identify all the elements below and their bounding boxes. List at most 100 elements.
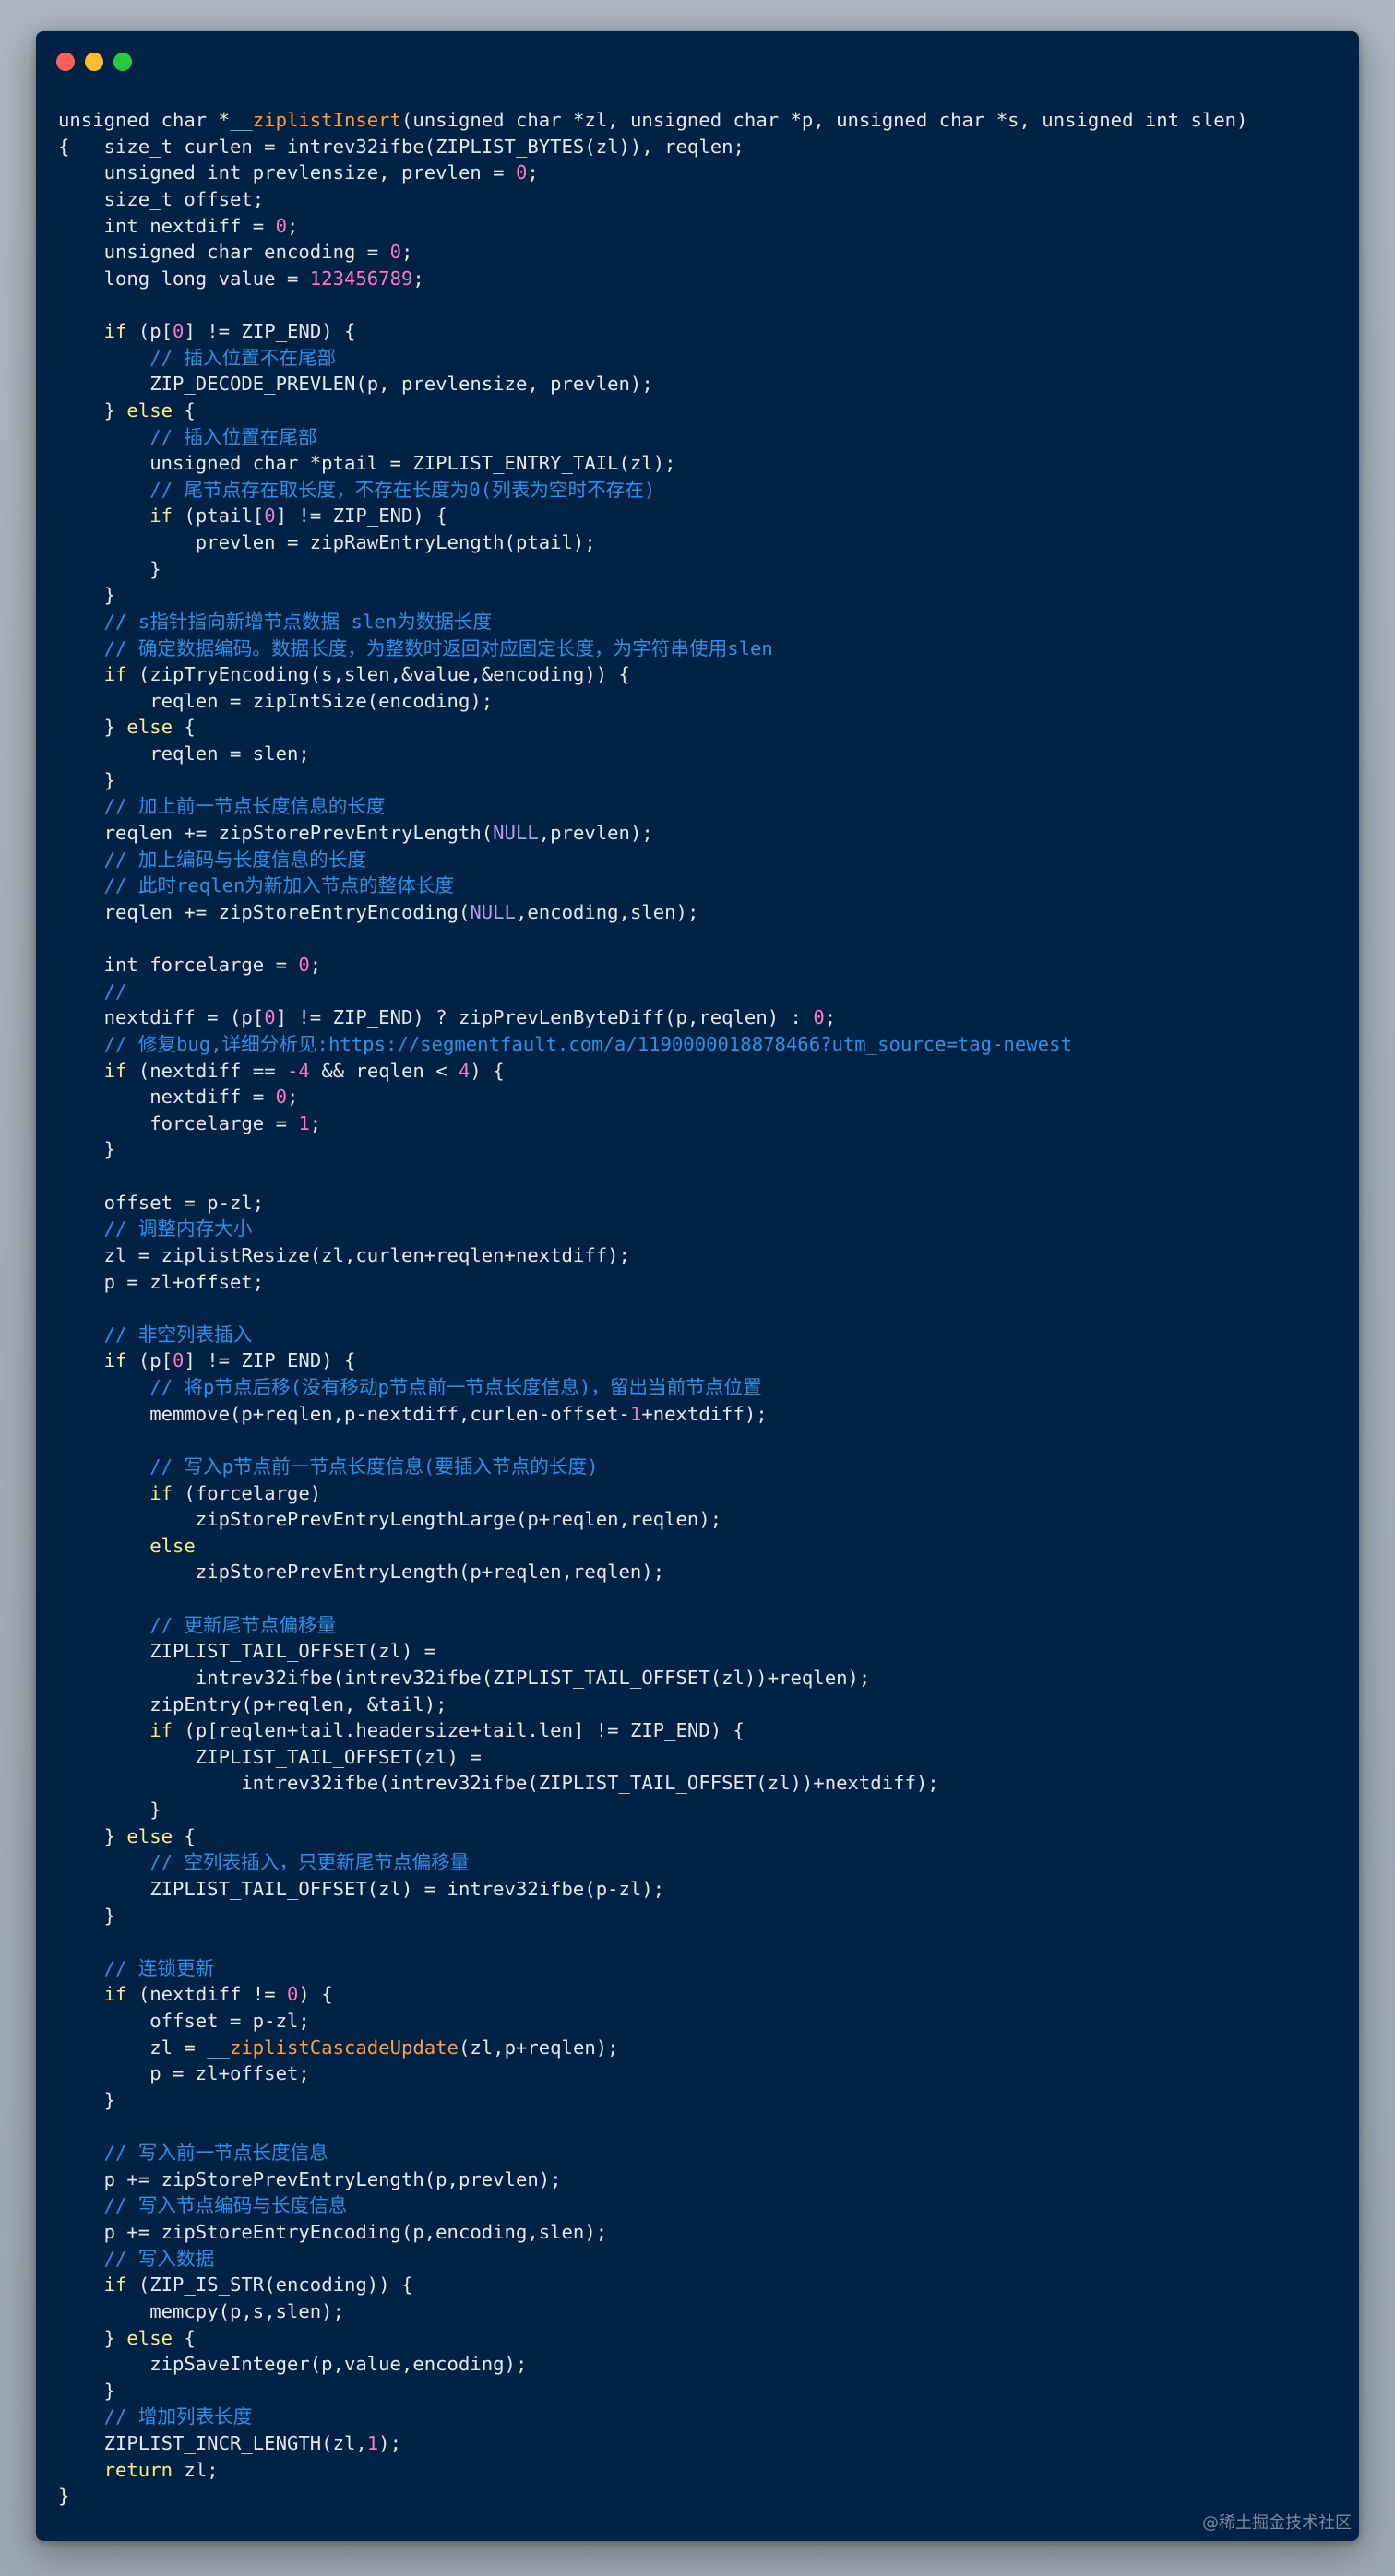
code-line: } else { [58,2325,1247,2352]
code-token: intrev32ifbe(intrev32ifbe(ZIPLIST_TAIL_O… [58,1666,871,1689]
minimize-button[interactable] [85,53,103,71]
code-token: } [58,557,161,580]
code-token: } [58,584,115,607]
code-token: 1 [366,2432,379,2454]
code-line: // 加上前一节点长度信息的长度 [58,793,1247,820]
code-line: } else { [58,398,1247,424]
close-button[interactable] [56,53,75,71]
code-line: p = zl+offset; [58,2060,1247,2087]
code-token: ; [286,214,299,237]
code-token: offset = p-zl; [58,2010,310,2032]
code-line: return zl; [58,2457,1247,2484]
code-token: (zl,p+reqlen); [458,2036,619,2059]
code-token: 0 [275,1086,287,1109]
code-token: else [149,1534,196,1557]
code-token: // [103,979,127,1003]
code-token: reqlen += zipStorePrevEntryLength( [58,821,494,844]
code-token: if [149,1719,173,1742]
code-token: unsigned char * [58,109,230,131]
code-token: NULL [493,821,539,844]
code-token: if [103,2273,127,2297]
code-line: unsigned int prevlensize, prevlen = 0; [58,160,1247,186]
code-token: } [58,2485,70,2508]
code-token: if [103,1059,127,1082]
code-token: long long value = [58,267,310,290]
code-token: size_t offset; [58,187,265,210]
code-line: if (nextdiff == -4 && reqlen < 4) { [58,1058,1247,1085]
code-token: // 尾节点存在取长度，不存在长度为0(列表为空时不存在) [149,478,656,501]
code-line: // 此时reqlen为新加入节点的整体长度 [58,873,1247,899]
code-token: offset = p-zl; [58,1191,265,1214]
code-line: zipSaveInteger(p,value,encoding); [58,2351,1247,2378]
code-line: else [58,1533,1247,1560]
code-line: ZIPLIST_TAIL_OFFSET(zl) = [58,1638,1247,1665]
maximize-button[interactable] [113,53,132,71]
code-token: __ziplistCascadeUpdate [207,2036,459,2059]
code-line: unsigned char encoding = 0; [58,239,1247,266]
code-token: 0 [173,1349,185,1372]
code-token: } [58,1824,127,1847]
code-token: p = zl+offset; [58,2062,310,2085]
code-token: 4 [459,1059,471,1082]
code-token: if [103,663,127,686]
code-token: if [103,320,127,342]
code-token: ] != ZIP_END) { [184,1349,356,1372]
code-token: { [173,1824,196,1847]
code-line: if (p[reqlen+tail.headersize+tail.len] !… [58,1717,1247,1744]
code-line: nextdiff = (p[0] != ZIP_END) ? zipPrevLe… [58,1004,1247,1031]
code-line: if (nextdiff != 0) { [58,1981,1247,2008]
code-line: } [58,2483,1247,2510]
code-token: prevlen = zipRawEntryLength(ptail); [58,531,596,553]
code-token: p = zl+offset; [58,1270,265,1293]
code-token: 0 [275,214,287,237]
code-line: int forcelarge = 0; [58,952,1247,979]
code-line: reqlen += zipStorePrevEntryLength(NULL,p… [58,820,1247,847]
code-token: -4 [287,1059,310,1082]
code-token: 0 [264,505,276,528]
code-token: 0 [287,1983,299,2006]
code-token: intrev32ifbe(intrev32ifbe(ZIPLIST_TAIL_O… [58,1772,939,1795]
code-line: // s指针指向新增节点数据 slen为数据长度 [58,609,1247,635]
code-line: // 非空列表插入 [58,1322,1247,1348]
code-token: { size_t curlen = intrev32ifbe(ZIPLIST_B… [58,135,745,158]
code-line: } else { [58,1823,1247,1850]
code-token: } [58,716,127,739]
code-token: 1 [298,1111,310,1134]
code-line: if (forcelarge) [58,1480,1247,1507]
code-token: // 确定数据编码。数据长度，为整数时返回对应固定长度，为字符串使用slen [103,636,773,659]
code-token: // 修复bug,详细分析见:https://segmentfault.com/… [103,1032,1072,1055]
code-token: ; [527,161,539,184]
code-token: 0 [515,161,528,184]
code-token: (nextdiff == [126,1059,288,1082]
code-line: // 写入数据 [58,2246,1247,2273]
code-line: ZIPLIST_TAIL_OFFSET(zl) = [58,1744,1247,1771]
code-line: intrev32ifbe(intrev32ifbe(ZIPLIST_TAIL_O… [58,1665,1247,1692]
code-token: && reqlen < [309,1059,459,1082]
code-token: zipStorePrevEntryLength(p+reqlen,reqlen)… [58,1561,665,1584]
code-line: if (p[0] != ZIP_END) { [58,318,1247,345]
code-token: ; [309,1111,322,1134]
code-token: zl = [58,2036,208,2059]
code-token: } [58,398,127,421]
code-line: size_t offset; [58,186,1247,213]
code-line: // [58,979,1247,1005]
code-line: // 插入位置不在尾部 [58,345,1247,372]
code-token: ; [309,954,322,976]
